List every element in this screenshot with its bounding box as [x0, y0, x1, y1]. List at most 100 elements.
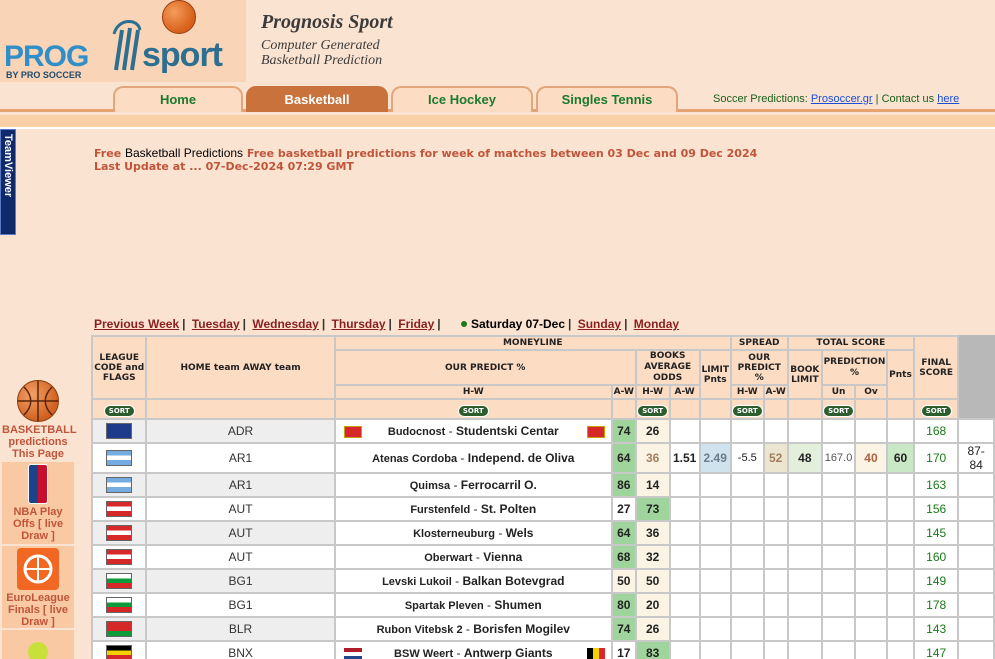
last-update: Last Update at ... 07-Dec-2024 07:29 GMT	[94, 160, 354, 173]
odds-hw: 1.51	[668, 442, 701, 474]
previous-week-link[interactable]: Previous Week	[94, 317, 179, 331]
away-team: Antwerp Giants	[463, 646, 553, 659]
total-un	[854, 520, 888, 546]
nba-logo-icon	[28, 464, 48, 504]
limit-pnts	[729, 520, 765, 546]
site-logo[interactable]: PROG sport BY PRO SOCCER	[0, 0, 246, 82]
header-strip	[0, 115, 995, 127]
match-cell[interactable]: Quimsa - Ferrocarril O.	[333, 472, 613, 498]
match-cell[interactable]: Oberwart - Vienna	[333, 544, 613, 570]
sidebar-basketball[interactable]: BASKETBALL predictions This Page	[2, 380, 77, 460]
predict-hw: 64	[610, 520, 637, 546]
header: PROG sport BY PRO SOCCER Prognosis Sport…	[0, 0, 995, 82]
odds-aw	[698, 418, 732, 444]
table-row[interactable]: AUT Oberwart - Vienna 68 32 160	[90, 544, 995, 570]
sort-cell	[610, 398, 637, 420]
tagline: Prognosis Sport Computer Generated Baske…	[261, 11, 393, 68]
table-row[interactable]: BG1 Spartak Pleven - Shumen 80 20 178	[90, 592, 995, 618]
sort-spread-button[interactable]: SORT	[731, 404, 763, 417]
league-flag-cell	[90, 592, 148, 618]
league-flag-cell	[90, 496, 148, 522]
spread-hw	[762, 616, 789, 642]
sunday-link[interactable]: Sunday	[578, 317, 621, 331]
teamviewer-tab[interactable]: TeamViewer	[0, 129, 16, 235]
total-ov	[885, 544, 916, 570]
match-cell[interactable]: Klosterneuburg - Wels	[333, 520, 613, 546]
table-row[interactable]: ADR Budocnost - Studentski Centar 74 26 168	[90, 418, 995, 444]
match-cell[interactable]: Levski Lukoil - Balkan Botevgrad	[333, 568, 613, 594]
match-cell[interactable]: Budocnost - Studentski Centar	[333, 418, 613, 444]
table-row[interactable]: AUT Furstenfeld - St. Polten 27 73 156	[90, 496, 995, 522]
predict-hw: 50	[610, 568, 637, 594]
wednesday-link[interactable]: Wednesday	[252, 317, 318, 331]
total-pnts: 160	[913, 544, 960, 570]
match-cell[interactable]: Atenas Cordoba - Independ. de Oliva	[333, 442, 613, 474]
table-row[interactable]: BG1 Levski Lukoil - Balkan Botevgrad 50 50 1…	[90, 568, 995, 594]
total-un	[854, 496, 888, 522]
book-limit	[821, 496, 857, 522]
predict-aw: 36	[634, 520, 671, 546]
final-score	[957, 592, 995, 618]
match-cell[interactable]: Furstenfeld - St. Polten	[333, 496, 613, 522]
spread-hw	[762, 640, 789, 659]
total-pnts: 145	[913, 520, 960, 546]
sort-total-button[interactable]: SORT	[823, 404, 854, 417]
tab-basketball[interactable]: Basketball	[246, 86, 388, 112]
limit-pnts	[729, 616, 765, 642]
prosoccer-link[interactable]: Prosoccer.gr	[811, 93, 873, 105]
site-title: Prognosis Sport	[261, 11, 393, 33]
monday-link[interactable]: Monday	[634, 317, 679, 331]
tab-home[interactable]: Home	[113, 86, 243, 112]
spread-hw	[762, 592, 789, 618]
odds-aw	[698, 568, 732, 594]
sort-league-button[interactable]: SORT	[103, 404, 135, 417]
friday-link[interactable]: Friday	[398, 317, 434, 331]
sort-cell	[762, 398, 789, 420]
book-limit	[821, 616, 857, 642]
table-row[interactable]: AUT Klosterneuburg - Wels 64 36 145	[90, 520, 995, 546]
table-row[interactable]: BLR Rubon Vitebsk 2 - Borisfen Mogilev 74 2…	[90, 616, 995, 642]
league-code: ADR	[145, 418, 336, 444]
sort-final-button[interactable]: SORT	[920, 404, 952, 417]
final-score	[957, 640, 995, 659]
league-code: AUT	[145, 544, 336, 570]
predict-aw: 20	[634, 592, 671, 618]
prediction-label: PREDICTION	[823, 356, 886, 367]
contact-link[interactable]: here	[937, 93, 959, 105]
home-team: Klosterneuburg	[413, 528, 495, 540]
col-spread-predict: OUR PREDICT %	[729, 349, 789, 386]
odds-label: ODDS	[653, 373, 683, 383]
tab-singles-tennis[interactable]: Singles Tennis	[536, 86, 678, 112]
final-score	[957, 616, 995, 642]
sort-odds-button[interactable]: SORT	[637, 404, 669, 417]
sidebar-tennis[interactable]	[2, 630, 74, 659]
home-team: Levski Lukoil	[382, 576, 452, 588]
league-flag-cell	[90, 616, 148, 642]
spread-aw	[786, 592, 824, 618]
tab-ice-hockey[interactable]: Ice Hockey	[391, 86, 533, 112]
table-row[interactable]: AR1 Quimsa - Ferrocarril O. 86 14 163	[90, 472, 995, 498]
match-cell[interactable]: BSW Weert - Antwerp Giants	[333, 640, 613, 659]
spread-aw: 48	[786, 442, 824, 474]
sidebar-euroleague[interactable]: EuroLeague Finals [ live Draw ]	[2, 546, 74, 628]
sort-cell	[698, 398, 732, 420]
predict-aw: 50	[634, 568, 671, 594]
league-flag-icon	[106, 645, 133, 659]
separator: |	[875, 93, 879, 105]
odds-aw	[698, 616, 732, 642]
book-limit	[821, 568, 857, 594]
week-nav: Previous Week | Tuesday | Wednesday | Thurs…	[94, 317, 680, 331]
sidebar-nba[interactable]: NBA Play Offs [ live Draw ]	[2, 462, 74, 544]
match-cell[interactable]: Spartak Pleven - Shumen	[333, 592, 613, 618]
table-row[interactable]: AR1 Atenas Cordoba - Independ. de Oliva 64…	[90, 442, 995, 474]
predict-hw: 86	[610, 472, 637, 498]
thursday-link[interactable]: Thursday	[332, 317, 386, 331]
table-row[interactable]: BNX BSW Weert - Antwerp Giants 17 83 147	[90, 640, 995, 659]
match-cell[interactable]: Rubon Vitebsk 2 - Borisfen Mogilev	[333, 616, 613, 642]
spread-aw	[786, 616, 824, 642]
spread-aw	[786, 496, 824, 522]
basketball-logo-icon	[162, 0, 196, 34]
sort-predict-button[interactable]: SORT	[457, 404, 489, 417]
tuesday-link[interactable]: Tuesday	[192, 317, 240, 331]
euroleague-logo-icon	[17, 548, 59, 590]
